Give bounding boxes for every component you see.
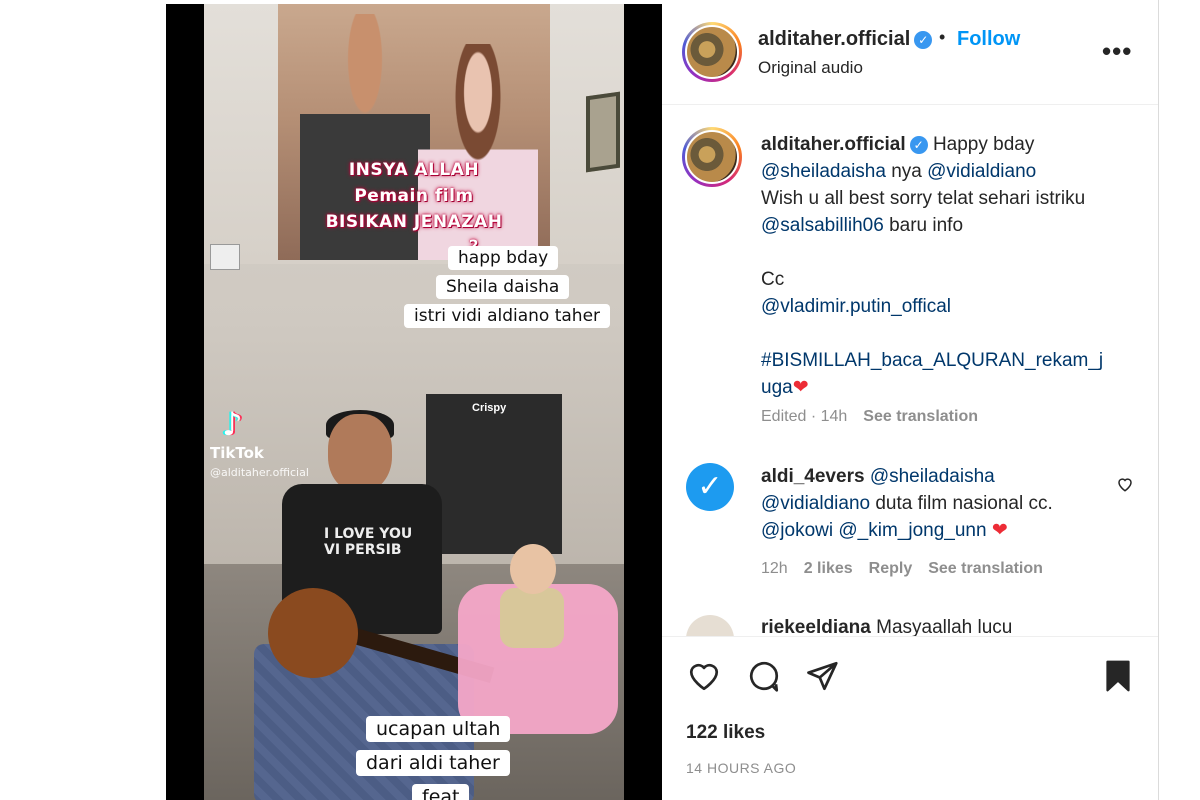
banner-text: Crispy bbox=[472, 402, 507, 414]
wall-switch bbox=[210, 244, 240, 270]
caption-see-translation[interactable]: See translation bbox=[863, 408, 978, 425]
post-panel: alditaher.official ✓ • Follow Original au… bbox=[662, 4, 1158, 800]
tiktok-brand: TikTok bbox=[210, 444, 264, 462]
red-heart-icon: ❤ bbox=[991, 520, 1008, 541]
commenter-avatar-riekeeldiana[interactable] bbox=[686, 615, 734, 636]
guitar bbox=[268, 588, 495, 688]
comment-username[interactable]: aldi_4evers bbox=[761, 466, 865, 487]
comment-mention-4[interactable]: @_kim_jong_unn bbox=[838, 520, 986, 541]
more-icon[interactable]: ••• bbox=[1102, 36, 1132, 67]
caption-cc: Cc bbox=[761, 269, 785, 290]
likes-count[interactable]: 122 likes bbox=[686, 722, 765, 744]
comment-aldi4evers: aldi_4evers @sheiladaisha @vidialdiano d… bbox=[761, 463, 1121, 544]
caption-meta: Edited · 14h See translation bbox=[761, 408, 978, 426]
comment-username-2[interactable]: riekeeldiana bbox=[761, 617, 871, 636]
caption-username[interactable]: alditaher.official bbox=[761, 134, 906, 155]
share-icon[interactable] bbox=[804, 658, 840, 699]
heart-icon[interactable] bbox=[686, 658, 722, 699]
guitar-body bbox=[268, 588, 358, 678]
comment-like-heart-icon[interactable] bbox=[1116, 475, 1134, 498]
caption-text-1: Happy bday bbox=[932, 134, 1035, 155]
baby-body bbox=[500, 588, 564, 648]
tiktok-watermark: ♪ TikTok @alditaher.official bbox=[210, 408, 330, 479]
mention-vidialdiano[interactable]: @vidialdiano bbox=[927, 161, 1036, 182]
action-bar bbox=[662, 644, 1158, 724]
comment-text: duta film nasional cc. bbox=[875, 493, 1053, 514]
post-media[interactable]: INSYA ALLAH Pemain film BISIKAN JENAZAH … bbox=[166, 4, 662, 800]
poster-line-1: INSYA ALLAH bbox=[348, 160, 480, 180]
video-caption-top-3: istri vidi aldiano taher bbox=[404, 304, 611, 328]
comment-meta: 12h 2 likes Reply See translation bbox=[761, 560, 1043, 578]
mention-vladimir[interactable]: @vladimir.putin_offical bbox=[761, 293, 1131, 320]
hashtag-link-end[interactable]: uga bbox=[761, 377, 793, 398]
comment-mention-1[interactable]: @sheiladaisha bbox=[870, 466, 995, 487]
video-caption-bottom-2: dari aldi taher bbox=[356, 750, 510, 776]
mention-sheiladaisha[interactable]: @sheiladaisha bbox=[761, 161, 886, 182]
author-username[interactable]: alditaher.official ✓ bbox=[758, 28, 933, 51]
video-caption-bottom-3: feat bbox=[412, 784, 470, 800]
commenter-avatar-aldi4evers[interactable]: ✓ bbox=[686, 463, 734, 511]
separator-dot: • bbox=[939, 27, 946, 47]
baby-head bbox=[510, 544, 556, 594]
right-gutter bbox=[1158, 0, 1200, 800]
comment-reply-button[interactable]: Reply bbox=[869, 560, 913, 577]
comment-likes[interactable]: 2 likes bbox=[804, 560, 853, 577]
shirt-print: I LOVE YOU VI PERSIB bbox=[324, 526, 413, 558]
bookmark-icon[interactable] bbox=[1100, 658, 1136, 699]
poster-line-3: BISIKAN JENAZAH bbox=[325, 212, 503, 232]
author-avatar[interactable] bbox=[682, 22, 742, 82]
wall-frame bbox=[586, 91, 620, 173]
video-caption-bottom-1: ucapan ultah bbox=[366, 716, 511, 742]
comment-time: 12h bbox=[761, 560, 788, 577]
follow-button[interactable]: Follow bbox=[957, 28, 1020, 51]
baby bbox=[496, 544, 576, 654]
tiktok-logo-icon: ♪ bbox=[222, 405, 243, 443]
video-frame[interactable]: INSYA ALLAH Pemain film BISIKAN JENAZAH … bbox=[204, 4, 624, 800]
comment-mention-3[interactable]: @jokowi bbox=[761, 520, 833, 541]
comments-section[interactable]: alditaher.official ✓ Happy bday @sheilada… bbox=[662, 105, 1158, 637]
post-header: alditaher.official ✓ • Follow Original au… bbox=[662, 4, 1158, 105]
red-heart-icon: ❤ bbox=[792, 377, 809, 398]
comment-text-2: Masyaallah lucu bbox=[876, 617, 1013, 637]
audio-link[interactable]: Original audio bbox=[758, 58, 863, 78]
verified-icon: ✓ bbox=[914, 30, 933, 49]
caption-text-3: baru info bbox=[889, 215, 964, 236]
author-username-text[interactable]: alditaher.official bbox=[758, 28, 910, 50]
hashtag-link[interactable]: #BISMILLAH_baca_ALQURAN_rekam_j bbox=[761, 347, 1131, 374]
video-caption-top-2: Sheila daisha bbox=[436, 275, 570, 299]
movie-poster: INSYA ALLAH Pemain film BISIKAN JENAZAH … bbox=[278, 4, 550, 260]
caption-line-2: Wish u all best sorry telat sehari istri… bbox=[761, 188, 1086, 209]
caption-edited: Edited · 14h bbox=[761, 408, 848, 425]
mention-salsabillih06[interactable]: @salsabillih06 bbox=[761, 215, 884, 236]
man-head bbox=[328, 414, 392, 492]
caption-text-2: nya bbox=[891, 161, 922, 182]
post-time: 14 HOURS AGO bbox=[686, 760, 797, 776]
tiktok-handle: @alditaher.official bbox=[210, 466, 309, 479]
comment-riekeeldiana: riekeeldiana Masyaallah lucu bbox=[761, 617, 1121, 637]
comment-icon[interactable] bbox=[746, 658, 782, 699]
caption-avatar[interactable] bbox=[682, 127, 742, 187]
left-gutter bbox=[0, 0, 166, 800]
post-caption: alditaher.official ✓ Happy bday @sheilada… bbox=[761, 131, 1131, 401]
verified-icon: ✓ bbox=[909, 135, 928, 154]
poster-line-2: Pemain film bbox=[354, 186, 474, 206]
video-caption-top-1: happ bday bbox=[448, 246, 559, 270]
comment-see-translation[interactable]: See translation bbox=[928, 560, 1043, 577]
comment-mention-2[interactable]: @vidialdiano bbox=[761, 493, 870, 514]
